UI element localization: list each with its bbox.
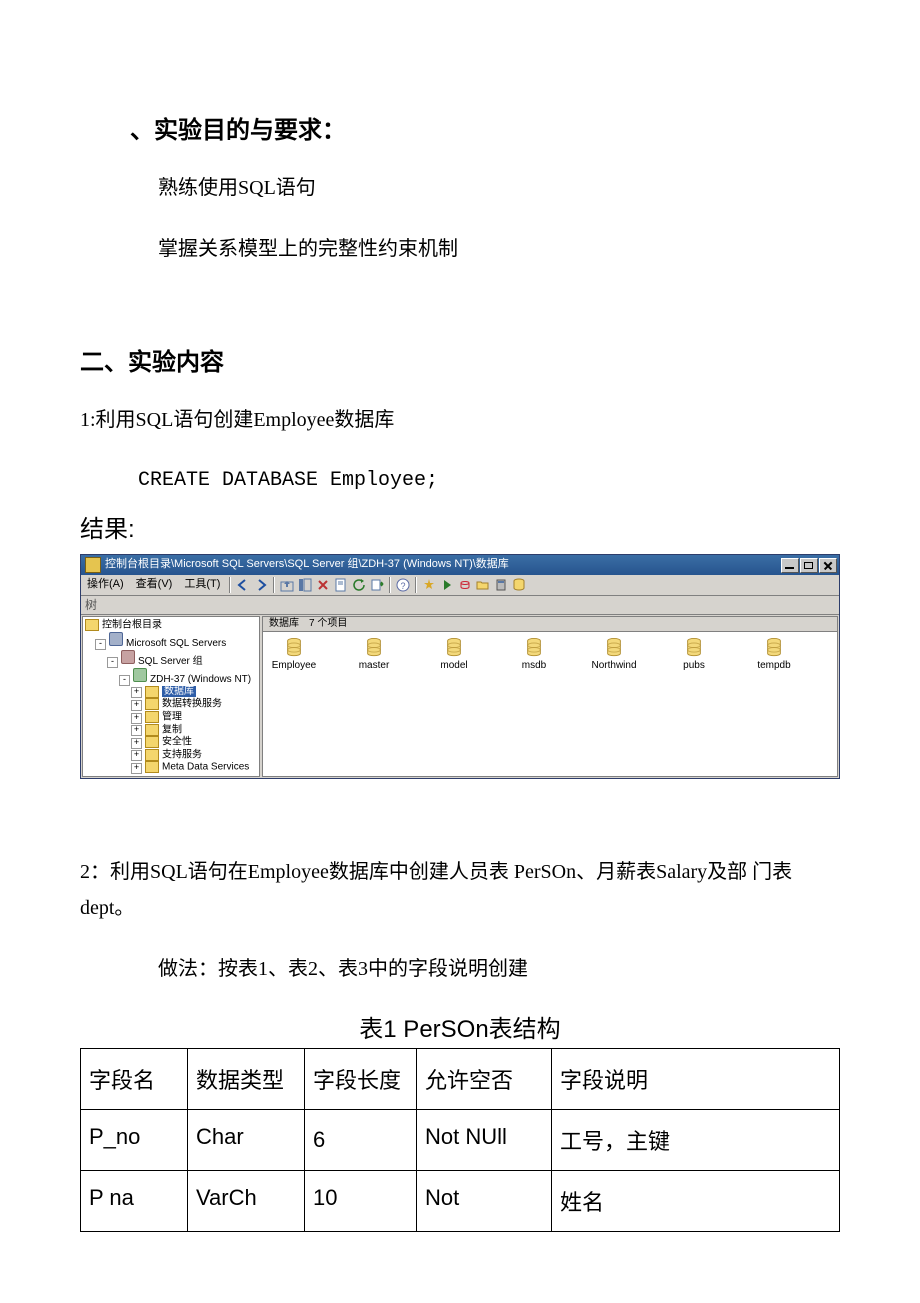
table-cell: 6 bbox=[305, 1110, 417, 1171]
minimize-button[interactable] bbox=[781, 558, 799, 573]
database-icon bbox=[525, 638, 543, 658]
table-cell: 10 bbox=[305, 1171, 417, 1232]
db-item[interactable]: msdb bbox=[509, 638, 559, 672]
table-cell: P na bbox=[81, 1171, 188, 1232]
tree-security[interactable]: +安全性 bbox=[85, 736, 257, 749]
db-label: msdb bbox=[522, 660, 546, 672]
table1: 字段名 数据类型 字段长度 允许空否 字段说明 P_no Char 6 Not … bbox=[80, 1048, 840, 1232]
section1-title: 、实验目的与要求： bbox=[80, 110, 840, 145]
table-cell: Char bbox=[188, 1110, 305, 1171]
db-icon[interactable] bbox=[511, 577, 527, 593]
tree-database-selected[interactable]: +数据库 bbox=[85, 686, 257, 699]
db-label: Employee bbox=[272, 660, 316, 672]
db-label: pubs bbox=[683, 660, 705, 672]
db-item[interactable]: Northwind bbox=[589, 638, 639, 672]
server-icon[interactable] bbox=[493, 577, 509, 593]
section1-para1: 熟练使用SQL语句 bbox=[80, 170, 840, 206]
table-header: 数据类型 bbox=[188, 1049, 305, 1110]
back-icon[interactable] bbox=[235, 577, 251, 593]
svg-text:?: ? bbox=[401, 581, 406, 591]
export-icon[interactable] bbox=[369, 577, 385, 593]
table-header: 字段长度 bbox=[305, 1049, 417, 1110]
help-icon[interactable]: ? bbox=[395, 577, 411, 593]
refresh-icon[interactable] bbox=[351, 577, 367, 593]
screenshot-window: 控制台根目录\Microsoft SQL Servers\SQL Server … bbox=[80, 554, 840, 779]
table-cell: P_no bbox=[81, 1110, 188, 1171]
db-item[interactable]: tempdb bbox=[749, 638, 799, 672]
open-icon[interactable] bbox=[475, 577, 491, 593]
question2: 2：利用SQL语句在Employee数据库中创建人员表 PerSOn、月薪表Sa… bbox=[80, 854, 840, 926]
database-icon bbox=[285, 638, 303, 658]
menu-view[interactable]: 查看(V) bbox=[130, 578, 179, 591]
wizard-icon[interactable] bbox=[421, 577, 437, 593]
table-cell: VarCh bbox=[188, 1171, 305, 1232]
window-title: 控制台根目录\Microsoft SQL Servers\SQL Server … bbox=[105, 558, 509, 571]
list-panel: 数据库 7 个项目 Employee master model msdb Nor… bbox=[262, 616, 838, 777]
maximize-button[interactable] bbox=[800, 558, 818, 573]
app-icon bbox=[85, 557, 101, 573]
table-cell: Not bbox=[417, 1171, 552, 1232]
database-icon bbox=[445, 638, 463, 658]
db-label: tempdb bbox=[757, 660, 790, 672]
plus-icon[interactable]: + bbox=[131, 700, 142, 711]
tree-support[interactable]: +支持服务 bbox=[85, 749, 257, 762]
db-label: model bbox=[440, 660, 467, 672]
minus-icon[interactable]: - bbox=[95, 639, 106, 650]
minus-icon[interactable]: - bbox=[107, 657, 118, 668]
table-header: 允许空否 bbox=[417, 1049, 552, 1110]
tree-management[interactable]: +管理 bbox=[85, 711, 257, 724]
plus-icon[interactable]: + bbox=[131, 750, 142, 761]
table-header: 字段说明 bbox=[552, 1049, 840, 1110]
result-label: 结果: bbox=[80, 509, 840, 544]
tree-header: 树 bbox=[81, 596, 839, 615]
db-item[interactable]: Employee bbox=[269, 638, 319, 672]
database-icon bbox=[605, 638, 623, 658]
forward-icon[interactable] bbox=[253, 577, 269, 593]
plus-icon[interactable]: + bbox=[131, 738, 142, 749]
tree-root[interactable]: 控制台根目录 bbox=[85, 619, 257, 632]
tree-server[interactable]: -ZDH-37 (Windows NT) bbox=[85, 668, 257, 686]
table-cell: 姓名 bbox=[552, 1171, 840, 1232]
list-header: 数据库 7 个项目 bbox=[263, 617, 837, 632]
tree-sqlservers[interactable]: -Microsoft SQL Servers bbox=[85, 632, 257, 650]
plus-icon[interactable]: + bbox=[131, 687, 142, 698]
minus-icon[interactable]: - bbox=[119, 675, 130, 686]
database-icon bbox=[365, 638, 383, 658]
table1-title: 表1 PerSOn表结构 bbox=[80, 1009, 840, 1044]
plus-icon[interactable]: + bbox=[131, 763, 142, 774]
table-cell: Not NUll bbox=[417, 1110, 552, 1171]
table-cell: 工号，主键 bbox=[552, 1110, 840, 1171]
db-item[interactable]: master bbox=[349, 638, 399, 672]
tree-group[interactable]: -SQL Server 组 bbox=[85, 650, 257, 668]
question2-note: 做法：按表1、表2、表3中的字段说明创建 bbox=[80, 951, 840, 987]
database-icon bbox=[765, 638, 783, 658]
menu-tools[interactable]: 工具(T) bbox=[178, 578, 226, 591]
tree-dts[interactable]: +数据转换服务 bbox=[85, 698, 257, 711]
table-header: 字段名 bbox=[81, 1049, 188, 1110]
question1: 1:利用SQL语句创建Employee数据库 bbox=[80, 402, 840, 438]
plus-icon[interactable]: + bbox=[131, 713, 142, 724]
titlebar: 控制台根目录\Microsoft SQL Servers\SQL Server … bbox=[81, 555, 839, 575]
run-icon[interactable] bbox=[439, 577, 455, 593]
properties-icon[interactable] bbox=[333, 577, 349, 593]
show-icon[interactable] bbox=[297, 577, 313, 593]
up-icon[interactable] bbox=[279, 577, 295, 593]
delete-icon[interactable] bbox=[315, 577, 331, 593]
plus-icon[interactable]: + bbox=[131, 725, 142, 736]
db-item[interactable]: pubs bbox=[669, 638, 719, 672]
close-button[interactable] bbox=[819, 558, 837, 573]
tree-meta[interactable]: +Meta Data Services bbox=[85, 761, 257, 774]
db-item[interactable]: model bbox=[429, 638, 479, 672]
menu-action[interactable]: 操作(A) bbox=[81, 578, 130, 591]
new-icon[interactable] bbox=[457, 577, 473, 593]
db-label: Northwind bbox=[591, 660, 636, 672]
section2-title: 二、实验内容 bbox=[80, 342, 840, 377]
menubar: 操作(A) 查看(V) 工具(T) ? bbox=[81, 575, 839, 596]
section1-para2: 掌握关系模型上的完整性约束机制 bbox=[80, 231, 840, 267]
database-icon bbox=[685, 638, 703, 658]
tree-replication[interactable]: +复制 bbox=[85, 724, 257, 737]
tree-panel: 控制台根目录 -Microsoft SQL Servers -SQL Serve… bbox=[82, 616, 260, 777]
question1-code: CREATE DATABASE Employee; bbox=[80, 463, 840, 499]
db-label: master bbox=[359, 660, 390, 672]
